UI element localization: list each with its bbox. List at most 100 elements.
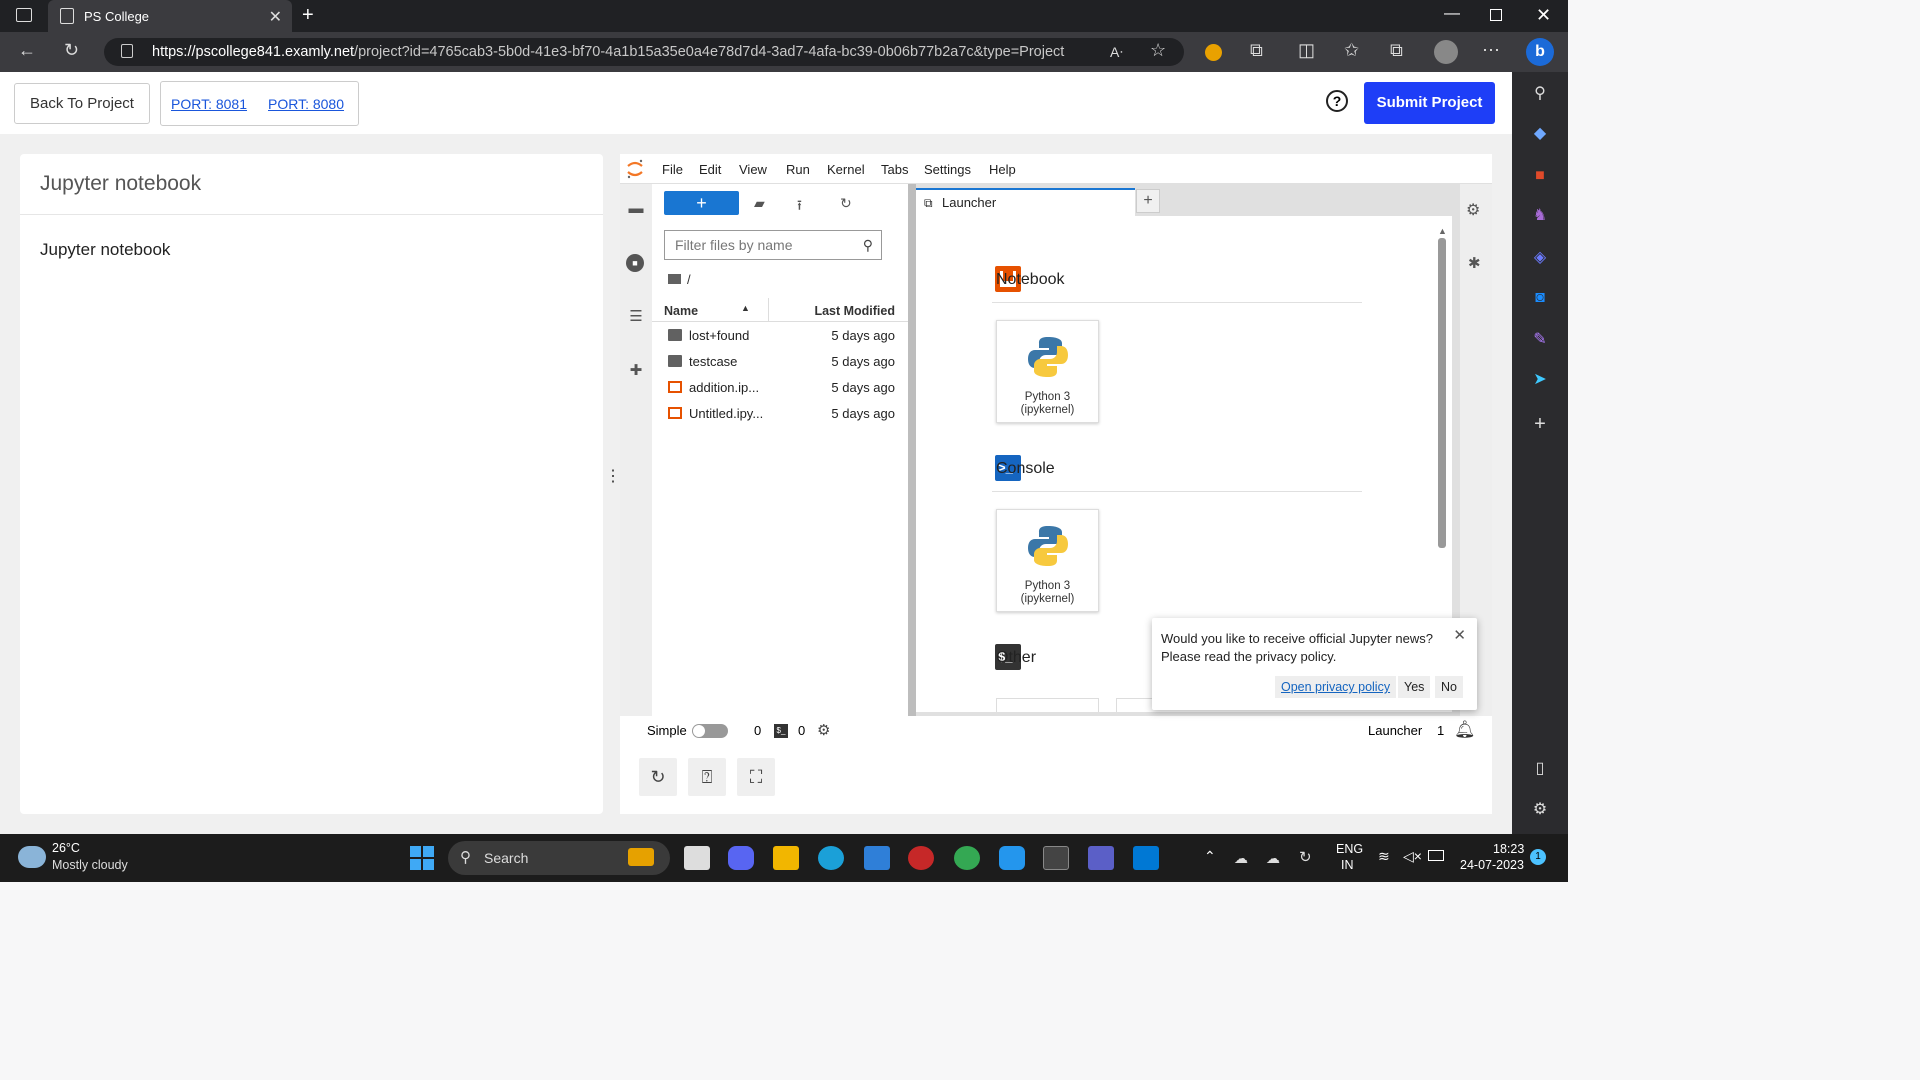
menu-kernel[interactable]: Kernel bbox=[827, 162, 865, 177]
show-hidden-icons-icon[interactable]: ⌃ bbox=[1204, 848, 1216, 865]
weather-temp[interactable]: 26°C bbox=[52, 841, 80, 855]
favorite-star-icon[interactable]: ☆ bbox=[1150, 40, 1166, 61]
read-aloud-icon[interactable]: Aᐧ bbox=[1110, 44, 1123, 61]
games-icon[interactable]: ♞ bbox=[1528, 204, 1552, 228]
clock-time[interactable]: 18:23 bbox=[1493, 842, 1524, 856]
kernel-count[interactable]: 0 bbox=[754, 723, 761, 738]
m365-icon[interactable]: ◈ bbox=[1528, 246, 1552, 270]
bell-icon[interactable]: 🔔︎ bbox=[1454, 720, 1476, 740]
running-kernels-icon[interactable]: ■ bbox=[626, 254, 644, 272]
notebook-python3-card[interactable]: Python 3 (ipykernel) bbox=[996, 320, 1099, 423]
browser-tab[interactable]: PS College ✕ bbox=[48, 0, 292, 32]
terminal-app-icon[interactable] bbox=[1043, 846, 1069, 870]
extension-icon[interactable] bbox=[1205, 44, 1222, 61]
tools-icon[interactable]: ■ bbox=[1528, 164, 1552, 188]
designer-icon[interactable]: ✎ bbox=[1528, 328, 1552, 352]
launcher-scrollbar[interactable] bbox=[1438, 238, 1446, 548]
back-to-project-button[interactable]: Back To Project bbox=[14, 83, 150, 124]
scroll-up-icon[interactable]: ▲ bbox=[1438, 226, 1447, 236]
menu-run[interactable]: Run bbox=[786, 162, 810, 177]
shopping-tag-icon[interactable]: ◆ bbox=[1528, 122, 1552, 146]
task-view-icon[interactable] bbox=[684, 846, 710, 870]
upload-icon[interactable]: ⭱ bbox=[797, 195, 802, 219]
menu-tabs[interactable]: Tabs bbox=[881, 162, 908, 177]
kernel-status-icon[interactable]: ⚙ bbox=[817, 721, 830, 739]
notification-count[interactable]: 1 bbox=[1437, 723, 1444, 738]
filter-files-input[interactable]: Filter files by name ⚲ bbox=[664, 230, 882, 260]
mail-icon[interactable] bbox=[864, 846, 890, 870]
back-arrow-icon[interactable]: ← bbox=[18, 40, 36, 61]
new-tab-icon[interactable]: + bbox=[302, 4, 314, 27]
bing-icon[interactable]: b bbox=[1526, 38, 1554, 66]
menu-help[interactable]: Help bbox=[989, 162, 1016, 177]
file-row[interactable]: lost+found 5 days ago bbox=[652, 324, 908, 350]
language-region[interactable]: IN bbox=[1341, 858, 1354, 872]
fullscreen-icon[interactable]: ⛶ bbox=[737, 758, 775, 796]
new-folder-icon[interactable]: ▰ bbox=[754, 195, 765, 212]
breadcrumb[interactable]: / bbox=[668, 272, 691, 287]
favorites-icon[interactable]: ✩ bbox=[1344, 40, 1359, 61]
open-privacy-policy-button[interactable]: Open privacy policy bbox=[1275, 676, 1397, 698]
submit-project-button[interactable]: Submit Project bbox=[1364, 82, 1495, 124]
maximize-icon[interactable] bbox=[1490, 9, 1502, 21]
close-tab-icon[interactable]: ✕ bbox=[269, 7, 282, 27]
menu-view[interactable]: View bbox=[739, 162, 767, 177]
add-sidebar-icon[interactable]: + bbox=[1528, 412, 1552, 436]
close-window-icon[interactable]: ✕ bbox=[1536, 5, 1551, 26]
extensions-icon[interactable]: ✚ bbox=[626, 361, 646, 381]
close-icon[interactable]: ✕ bbox=[1453, 626, 1466, 644]
debugger-bug-icon[interactable]: ✱ bbox=[1468, 254, 1481, 272]
tab-launcher[interactable]: ⧉ Launcher bbox=[916, 188, 1135, 216]
teams-chat-icon[interactable] bbox=[728, 846, 754, 870]
battery-icon[interactable] bbox=[1428, 850, 1444, 861]
edge-icon[interactable] bbox=[818, 846, 844, 870]
speaker-muted-icon[interactable]: ◁× bbox=[1403, 848, 1422, 865]
send-icon[interactable]: ➤ bbox=[1528, 368, 1552, 392]
wifi-icon[interactable]: ≋ bbox=[1378, 848, 1390, 865]
tab-actions-icon[interactable] bbox=[16, 8, 32, 22]
file-row[interactable]: addition.ip... 5 days ago bbox=[652, 376, 908, 402]
help-icon[interactable]: ? bbox=[1326, 90, 1348, 112]
resize-handle-icon[interactable]: ⋮⋮ bbox=[605, 469, 635, 485]
menu-settings[interactable]: Settings bbox=[924, 162, 971, 177]
url-field[interactable]: https://pscollege841.examly.net/project?… bbox=[104, 38, 1184, 66]
collections-icon[interactable]: ⧉ bbox=[1390, 40, 1403, 61]
weather-desc[interactable]: Mostly cloudy bbox=[52, 858, 128, 872]
yes-button[interactable]: Yes bbox=[1398, 676, 1431, 698]
more-icon[interactable]: ⋯ bbox=[1482, 40, 1500, 61]
console-python3-card[interactable]: Python 3 (ipykernel) bbox=[996, 509, 1099, 612]
clock-date[interactable]: 24-07-2023 bbox=[1460, 858, 1524, 872]
simple-mode-toggle[interactable] bbox=[692, 724, 728, 738]
refresh-icon[interactable]: ↻ bbox=[64, 40, 79, 61]
devcpp-icon[interactable] bbox=[908, 846, 934, 870]
refresh-files-icon[interactable]: ↻ bbox=[840, 195, 852, 212]
language-code[interactable]: ENG bbox=[1336, 842, 1363, 856]
add-tab-button[interactable]: + bbox=[1136, 189, 1160, 213]
profile-avatar[interactable] bbox=[1434, 40, 1458, 64]
hide-sidebar-icon[interactable]: ▯ bbox=[1528, 757, 1552, 781]
file-explorer-icon[interactable] bbox=[773, 846, 799, 870]
onedrive-icon[interactable]: ☁ bbox=[1234, 850, 1248, 867]
panel-splitter[interactable] bbox=[908, 184, 916, 716]
menu-file[interactable]: File bbox=[662, 162, 683, 177]
port-8080-link[interactable]: PORT: 8080 bbox=[268, 96, 344, 112]
other-card[interactable] bbox=[996, 698, 1099, 712]
start-windows-icon[interactable] bbox=[410, 846, 434, 870]
notification-badge[interactable]: 1 bbox=[1530, 849, 1546, 865]
search-icon[interactable]: ⚲ bbox=[1528, 82, 1552, 106]
no-button[interactable]: No bbox=[1435, 676, 1463, 698]
sort-ascending-icon[interactable]: ▲ bbox=[741, 303, 750, 313]
column-name[interactable]: Name bbox=[664, 304, 698, 318]
chrome-icon[interactable] bbox=[954, 846, 980, 870]
weather-cloud-icon[interactable] bbox=[18, 846, 46, 868]
terminal-count[interactable]: 0 bbox=[798, 723, 805, 738]
menu-edit[interactable]: Edit bbox=[699, 162, 721, 177]
sidebar-settings-icon[interactable]: ⚙ bbox=[1528, 798, 1552, 822]
chat-help-icon[interactable]: ⍰ bbox=[688, 758, 726, 796]
onedrive-warning-icon[interactable]: ☁ bbox=[1266, 850, 1280, 867]
other-card[interactable] bbox=[1116, 698, 1152, 712]
column-last-modified[interactable]: Last Modified bbox=[814, 304, 895, 318]
lock-icon[interactable] bbox=[121, 44, 133, 58]
table-of-contents-icon[interactable]: ☰ bbox=[626, 307, 646, 327]
teams-icon[interactable] bbox=[1088, 846, 1114, 870]
